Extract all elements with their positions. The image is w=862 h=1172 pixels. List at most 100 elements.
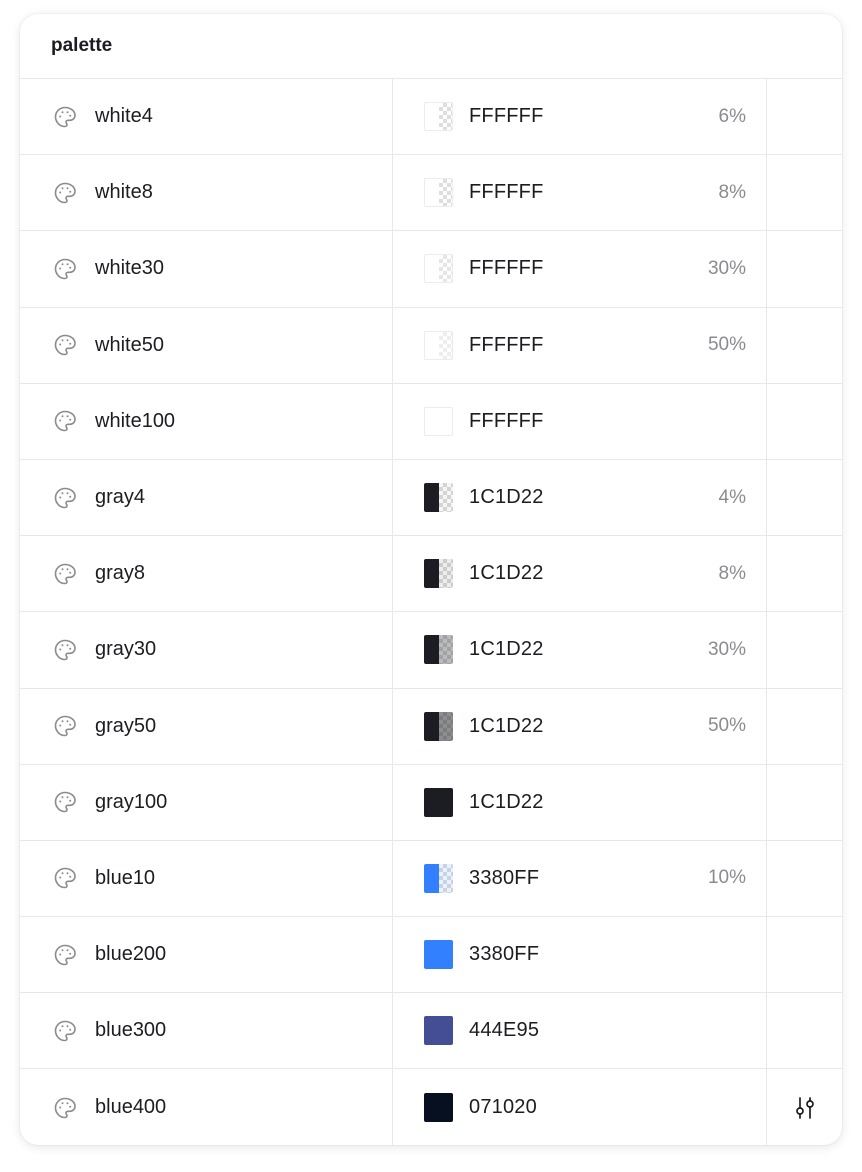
color-hex: FFFFFF	[469, 257, 544, 280]
palette-icon	[53, 486, 77, 510]
color-opacity: 30%	[707, 638, 746, 660]
color-opacity: 50%	[707, 715, 746, 737]
color-name: blue10	[95, 866, 156, 889]
palette-icon	[53, 638, 77, 662]
color-name-cell[interactable]: gray8	[20, 536, 393, 612]
color-row-white100[interactable]: white100 FFFFFF	[20, 383, 842, 460]
color-swatch	[424, 102, 453, 132]
color-value-cell[interactable]: FFFFFF	[393, 383, 767, 459]
color-name: white30	[95, 257, 164, 280]
swatch-solid-half	[424, 863, 439, 893]
color-name-cell[interactable]: blue200	[20, 917, 393, 993]
color-swatch	[424, 863, 453, 893]
color-hex: 3380FF	[469, 866, 540, 889]
row-action-cell[interactable]	[767, 155, 842, 230]
palette-icon	[53, 181, 77, 205]
palette-icon	[53, 105, 77, 129]
color-name-cell[interactable]: white100	[20, 383, 393, 459]
color-swatch	[424, 1016, 453, 1046]
color-name-cell[interactable]: white4	[20, 79, 393, 155]
color-name: blue400	[95, 1096, 167, 1119]
row-action-cell[interactable]	[767, 612, 842, 687]
color-value-cell[interactable]: 3380FF 10%	[393, 840, 767, 917]
swatch-transparent-half	[438, 255, 452, 283]
swatch-solid-half	[424, 711, 439, 741]
color-value-cell[interactable]: 3380FF	[393, 917, 767, 993]
color-row-gray100[interactable]: gray100 1C1D22	[20, 764, 842, 841]
color-value-cell[interactable]: FFFFFF 30%	[393, 231, 767, 307]
color-name-cell[interactable]: blue10	[20, 840, 393, 917]
color-swatch	[424, 406, 453, 436]
color-hex: FFFFFF	[469, 181, 544, 204]
color-value-cell[interactable]: FFFFFF 6%	[393, 79, 767, 155]
color-value-cell[interactable]: 1C1D22	[393, 764, 767, 840]
color-name-cell[interactable]: blue300	[20, 993, 393, 1069]
row-action-cell[interactable]	[767, 460, 842, 535]
color-hex: 3380FF	[469, 943, 540, 966]
color-row-white8[interactable]: white8 FFFFFF 8%	[20, 155, 842, 232]
color-row-white4[interactable]: white4 FFFFFF 6%	[20, 79, 842, 156]
color-value-cell[interactable]: 1C1D22 4%	[393, 459, 767, 536]
row-action-cell[interactable]	[767, 231, 842, 306]
color-hex: 1C1D22	[469, 562, 544, 585]
color-value-cell[interactable]: FFFFFF 50%	[393, 307, 767, 383]
color-value-cell[interactable]: FFFFFF 8%	[393, 155, 767, 231]
color-value-cell[interactable]: 444E95	[393, 993, 767, 1069]
color-hex: 1C1D22	[469, 638, 544, 661]
row-action-cell[interactable]	[767, 79, 842, 154]
color-name-cell[interactable]: white30	[20, 231, 393, 307]
swatch-transparent-half	[438, 635, 453, 665]
color-hex: FFFFFF	[469, 409, 544, 432]
row-action-cell[interactable]	[767, 993, 842, 1068]
row-action-cell[interactable]	[767, 308, 842, 383]
color-name: gray8	[95, 562, 146, 585]
palette-icon	[53, 333, 77, 357]
sliders-adjust-icon[interactable]	[792, 1095, 818, 1121]
color-row-gray50[interactable]: gray50 1C1D22 50%	[20, 688, 842, 765]
color-row-blue10[interactable]: blue10 3380FF 10%	[20, 840, 842, 918]
row-action-cell[interactable]	[767, 765, 842, 840]
color-hex: 071020	[469, 1096, 537, 1119]
color-value-cell[interactable]: 1C1D22 30%	[393, 612, 767, 688]
row-action-cell[interactable]	[767, 841, 842, 916]
color-opacity: 8%	[718, 562, 746, 584]
color-hex: FFFFFF	[469, 105, 544, 128]
palette-icon	[53, 714, 77, 738]
row-action-cell[interactable]	[767, 917, 842, 992]
color-value-cell[interactable]: 1C1D22 8%	[393, 536, 767, 612]
color-row-blue400[interactable]: blue400 071020	[20, 1069, 842, 1145]
color-row-gray8[interactable]: gray8 1C1D22 8%	[20, 536, 842, 613]
color-name-cell[interactable]: gray30	[20, 612, 393, 688]
color-list: white4 FFFFFF 6% white8 FFFFFF 8% white3…	[20, 79, 842, 1145]
color-name-cell[interactable]: gray50	[20, 688, 393, 764]
color-swatch	[424, 559, 453, 589]
color-name-cell[interactable]: blue400	[20, 1069, 393, 1145]
color-name: white50	[95, 333, 164, 356]
panel-title: palette	[20, 14, 842, 79]
color-name-cell[interactable]: gray100	[20, 764, 393, 840]
row-action-cell[interactable]	[767, 384, 842, 459]
color-name: gray100	[95, 790, 168, 813]
color-value-cell[interactable]: 071020	[393, 1069, 767, 1145]
color-swatch	[424, 178, 453, 208]
swatch-transparent-half	[438, 863, 453, 893]
row-action-cell[interactable]	[767, 689, 842, 764]
row-action-cell[interactable]	[767, 536, 842, 611]
color-row-gray30[interactable]: gray30 1C1D22 30%	[20, 612, 842, 689]
color-row-white50[interactable]: white50 FFFFFF 50%	[20, 307, 842, 384]
color-row-gray4[interactable]: gray4 1C1D22 4%	[20, 459, 842, 537]
swatch-transparent-half	[438, 483, 453, 513]
color-name: blue200	[95, 943, 167, 966]
color-hex: FFFFFF	[469, 333, 544, 356]
color-row-white30[interactable]: white30 FFFFFF 30%	[20, 231, 842, 308]
color-hex: 1C1D22	[469, 714, 544, 737]
palette-icon	[53, 1096, 77, 1120]
color-opacity: 30%	[707, 257, 746, 279]
row-action-cell[interactable]	[767, 1069, 842, 1145]
color-row-blue200[interactable]: blue200 3380FF	[20, 917, 842, 994]
color-row-blue300[interactable]: blue300 444E95	[20, 993, 842, 1070]
color-value-cell[interactable]: 1C1D22 50%	[393, 688, 767, 764]
color-name-cell[interactable]: white50	[20, 307, 393, 383]
color-name-cell[interactable]: gray4	[20, 459, 393, 536]
color-name-cell[interactable]: white8	[20, 155, 393, 231]
